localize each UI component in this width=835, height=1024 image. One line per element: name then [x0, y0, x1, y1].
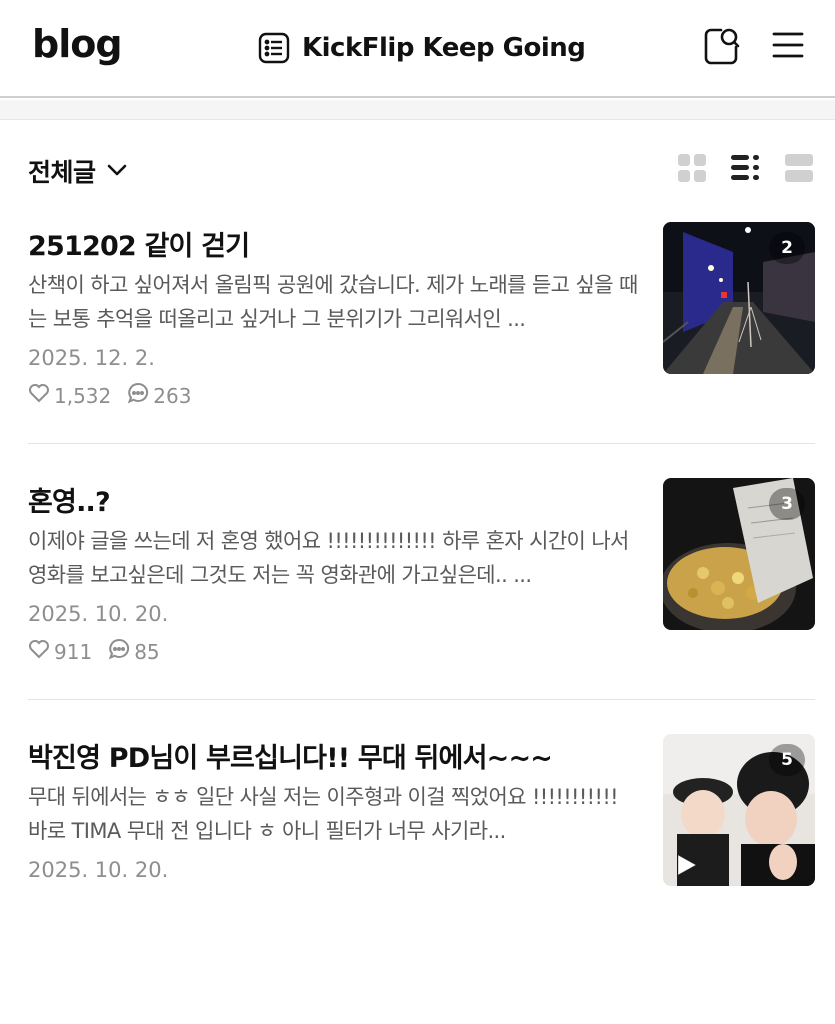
- chevron-down-icon: [96, 162, 128, 181]
- blog-title-link[interactable]: KickFlip Keep Going: [258, 30, 586, 66]
- image-count-badge: 3: [769, 488, 805, 520]
- post-item[interactable]: 251202 같이 걷기 산책이 하고 싶어져서 올림픽 공원에 갔습니다. 제…: [28, 222, 815, 444]
- like-count[interactable]: 1,532: [28, 383, 111, 408]
- post-thumbnail[interactable]: 5: [663, 734, 815, 886]
- post-item[interactable]: 혼영..? 이제야 글을 쓰는데 저 혼영 했어요 !!!!!!!!!!!!!!…: [28, 478, 815, 700]
- comment-icon: [108, 638, 134, 665]
- post-item[interactable]: 박진영 PD님이 부르십니다!! 무대 뒤에서~~~ 무대 뒤에서는 ㅎㅎ 일단…: [28, 734, 815, 894]
- menu-icon: [771, 30, 805, 64]
- comment-icon: [127, 382, 153, 409]
- post-stats: 911 85: [28, 638, 176, 665]
- list-view-icon: [730, 153, 760, 187]
- section-separator: [0, 100, 835, 120]
- search-icon: [703, 25, 741, 69]
- category-filter[interactable]: 전체글: [28, 152, 128, 190]
- post-title[interactable]: 혼영..?: [28, 480, 638, 519]
- category-label: 전체글: [28, 158, 96, 187]
- post-date: 2025. 10. 20.: [28, 602, 169, 626]
- image-count-badge: 2: [769, 232, 805, 264]
- post-thumbnail[interactable]: 2: [663, 222, 815, 374]
- card-view-button[interactable]: [783, 154, 815, 186]
- like-count-value: 911: [54, 639, 93, 664]
- heart-icon: [28, 639, 54, 664]
- like-count-value: 1,532: [54, 383, 112, 408]
- post-excerpt: 무대 뒤에서는 ㅎㅎ 일단 사실 저는 이주형과 이걸 찍었어요 !!!!!!!…: [28, 785, 619, 843]
- post-excerpt: 산책이 하고 싶어져서 올림픽 공원에 갔습니다. 제가 노래를 듣고 싶을 때…: [28, 273, 638, 331]
- comment-count-value: 263: [153, 383, 192, 408]
- grid-view-icon: [677, 153, 707, 187]
- grid-view-button[interactable]: [676, 154, 708, 186]
- play-icon: [673, 852, 699, 878]
- menu-button[interactable]: [768, 26, 808, 68]
- blog-logo[interactable]: blog: [32, 22, 123, 66]
- comment-count[interactable]: 85: [108, 638, 160, 665]
- header: blog KickFlip Keep Going: [0, 0, 835, 98]
- post-date: 2025. 12. 2.: [28, 346, 155, 370]
- comment-count-value: 85: [134, 639, 160, 664]
- like-count[interactable]: 911: [28, 639, 92, 664]
- list-icon: [258, 32, 290, 64]
- post-title[interactable]: 251202 같이 걷기: [28, 224, 638, 263]
- card-view-icon: [784, 153, 814, 187]
- post-stats: 1,532 263: [28, 382, 207, 409]
- image-count-badge: 5: [769, 744, 805, 776]
- blog-title: KickFlip Keep Going: [302, 33, 586, 63]
- post-thumbnail[interactable]: 3: [663, 478, 815, 630]
- post-title[interactable]: 박진영 PD님이 부르십니다!! 무대 뒤에서~~~: [28, 736, 638, 775]
- post-date: 2025. 10. 20.: [28, 858, 169, 882]
- heart-icon: [28, 383, 54, 408]
- comment-count[interactable]: 263: [127, 382, 191, 409]
- list-view-button[interactable]: [729, 154, 761, 186]
- search-button[interactable]: [702, 26, 742, 68]
- post-excerpt: 이제야 글을 쓰는데 저 혼영 했어요 !!!!!!!!!!!!!! 하루 혼자…: [28, 529, 629, 587]
